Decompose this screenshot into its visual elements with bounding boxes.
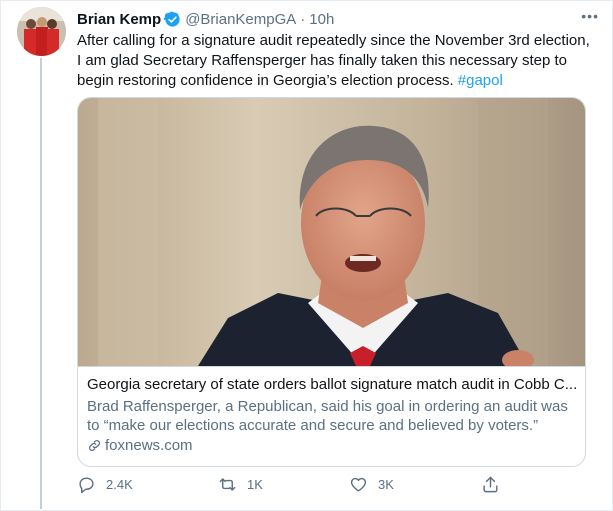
share-icon: [483, 476, 498, 493]
action-bar: 2.4K 1K 3K: [77, 475, 517, 497]
tweet-text: After calling for a signature audit repe…: [77, 31, 592, 91]
tweet-header: Brian Kemp @BrianKempGA · 10h •••: [77, 8, 599, 30]
tweet-body: After calling for a signature audit repe…: [77, 32, 590, 89]
verified-badge-icon: [164, 11, 180, 27]
separator-dot: ·: [300, 10, 306, 28]
card-domain-text: foxnews.com: [105, 437, 193, 454]
tweet-timestamp[interactable]: 10h: [309, 11, 334, 28]
card-body: Georgia secretary of state orders ballot…: [78, 366, 585, 466]
card-description: Brad Raffensperger, a Republican, said h…: [87, 398, 568, 434]
author-name[interactable]: Brian Kemp: [77, 11, 161, 28]
card-title: Georgia secretary of state orders ballot…: [87, 376, 578, 393]
card-image: [78, 98, 585, 366]
retweet-count: 1K: [247, 477, 263, 492]
reply-count: 2.4K: [106, 477, 133, 492]
more-icon[interactable]: •••: [581, 8, 599, 24]
thread-line: [40, 58, 42, 509]
link-icon: [89, 440, 100, 451]
like-button[interactable]: 3K: [349, 475, 394, 494]
reply-icon: [79, 477, 94, 494]
like-icon: [350, 477, 367, 492]
card-domain: foxnews.com: [87, 437, 193, 454]
retweet-icon: [219, 478, 236, 491]
reply-button[interactable]: 2.4K: [77, 475, 133, 494]
hashtag-link[interactable]: #gapol: [458, 72, 503, 89]
like-count: 3K: [378, 477, 394, 492]
retweet-button[interactable]: 1K: [218, 475, 263, 494]
share-button[interactable]: [481, 475, 510, 494]
avatar-image: [17, 7, 66, 56]
author-handle[interactable]: @BrianKempGA: [185, 11, 296, 28]
link-card[interactable]: Georgia secretary of state orders ballot…: [77, 97, 586, 467]
avatar[interactable]: [17, 7, 66, 56]
